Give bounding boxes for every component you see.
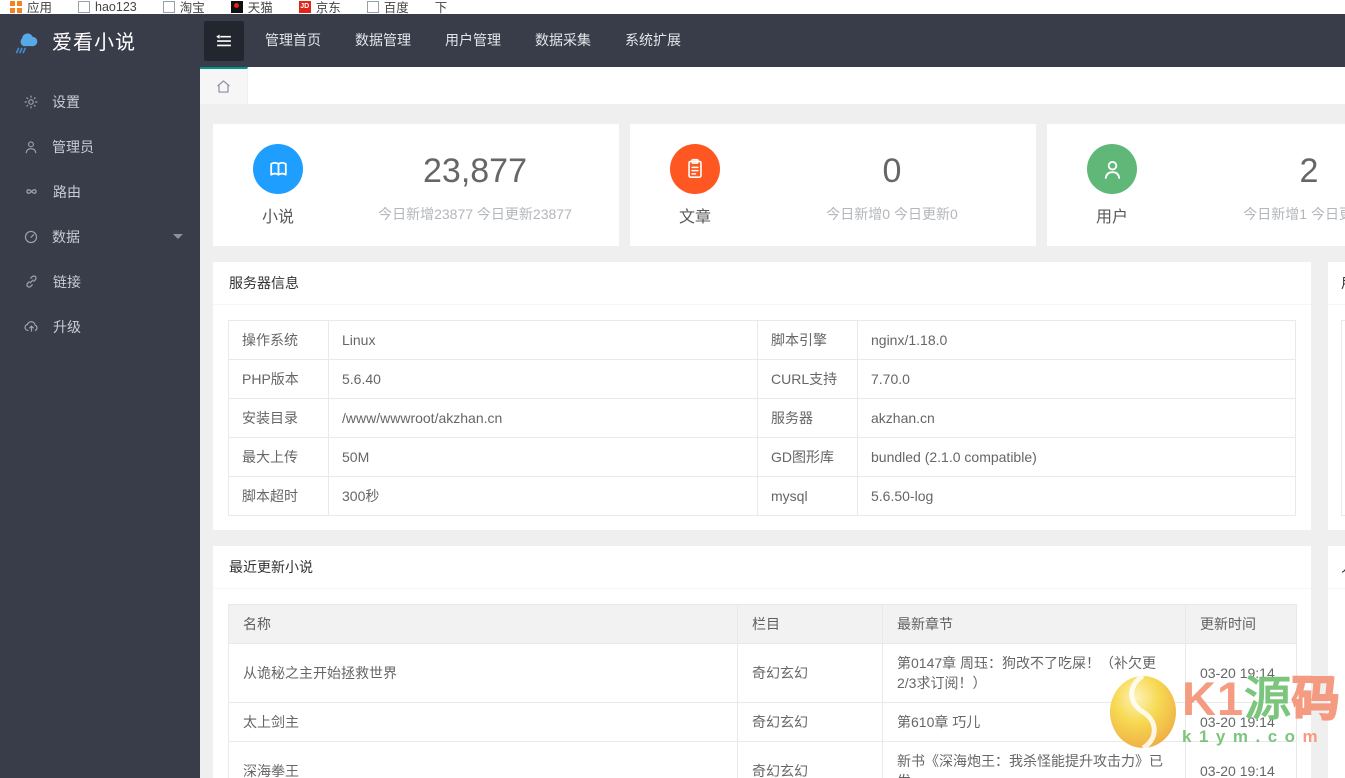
stat-label: 小说 [261,209,294,226]
stat-value: 0 [882,152,902,190]
main-content: 小说 23,877 今日新增23877 今日更新23877 文章 0 今日新增0… [200,104,1345,778]
app-logo: 爱看小说 [0,14,200,67]
route-icon [26,189,37,194]
book-icon [253,144,303,194]
app-title: 爱看小说 [52,32,136,54]
recent-novels-table: 名称 栏目 最新章节 更新时间 从诡秘之主开始拯救世界 奇幻玄幻 第0147章 … [228,604,1297,778]
tab-bar [200,67,1345,104]
stat-value: 2 [1299,152,1319,190]
app-header: 爱看小说 管理首页 数据管理 用户管理 数据采集 系统扩展 [0,14,1345,67]
table-row: 太上剑主 奇幻玄幻 第610章 巧儿 03-20 19:14 [228,702,1297,742]
table-row: 操作系统 Linux 脚本引擎 nginx/1.18.0 [228,320,1296,360]
bookmark-label: 京东 [315,1,341,14]
panel-title: 用 [1328,262,1345,305]
favicon-placeholder-icon [366,0,379,13]
gauge-icon [24,230,38,243]
tab-home[interactable] [200,67,248,104]
collapse-menu-icon [216,34,231,47]
favicon-placeholder-icon [162,0,175,13]
panel-title: 人 [1328,546,1345,589]
nav-data-management[interactable]: 数据管理 [338,14,428,67]
sidebar-item-routes[interactable]: 路由 [0,169,200,214]
sidebar-item-label: 路由 [53,183,81,200]
panel-title: 最近更新小说 [213,546,1311,589]
favicon-placeholder-icon [78,0,91,13]
right-panel-top: 用 [1328,262,1345,530]
server-info-table: 操作系统 Linux 脚本引擎 nginx/1.18.0 PHP版本 5.6.40 C… [228,320,1296,516]
table-row: 深海拳王 奇幻玄幻 新书《深海炮王：我杀怪能提升攻击力》已发 03-20 19:… [228,741,1297,778]
sidebar-item-links[interactable]: 链接 [0,259,200,304]
sidebar-item-label: 管理员 [52,138,94,155]
bookmark-taobao[interactable]: 淘宝 [162,0,205,14]
panel-title: 服务器信息 [213,262,1311,305]
top-navigation: 管理首页 数据管理 用户管理 数据采集 系统扩展 [248,14,698,67]
stat-card-novels: 小说 23,877 今日新增23877 今日更新23877 [213,124,619,246]
table-row: 安装目录/www/wwwroot/akzhan.cn 服务器 akzhan.cn [228,398,1296,438]
stat-subtitle: 今日新增1 今日更新1 [1243,206,1345,222]
bookmark-label: 下 [434,1,448,14]
recent-novels-panel: 最近更新小说 名称 栏目 最新章节 更新时间 从诡秘之主开始拯救世界 奇幻玄幻 … [213,546,1311,778]
nav-user-management[interactable]: 用户管理 [428,14,518,67]
table-row: PHP版本 5.6.40 CURL支持 7.70.0 [228,359,1296,399]
stat-subtitle: 今日新增23877 今日更新23877 [378,206,572,222]
admin-user-icon [25,140,37,153]
bookmark-apps[interactable]: 应用 [10,0,52,14]
apps-grid-icon [10,0,22,13]
sidebar-collapse-button[interactable] [204,21,244,61]
table-row: 脚本超时 300秒 mysql 5.6.50-log [228,476,1296,516]
gear-icon [24,95,38,108]
sidebar-item-data[interactable]: 数据 [0,214,200,259]
sidebar-item-label: 设置 [52,93,80,110]
nav-data-collection[interactable]: 数据采集 [518,14,608,67]
stat-card-users: 用户 2 今日新增1 今日更新1 [1047,124,1345,246]
bookmark-jd[interactable]: JD 京东 [298,0,341,14]
right-panel-bottom: 人 [1328,546,1345,778]
sidebar-item-label: 升级 [53,318,81,335]
stat-value: 23,877 [423,152,527,190]
bookmark-label: hao123 [95,0,137,14]
sidebar-item-settings[interactable]: 设置 [0,79,200,124]
stat-card-articles: 文章 0 今日新增0 今日更新0 [630,124,1036,246]
sidebar-item-administrator[interactable]: 管理员 [0,124,200,169]
nav-admin-home[interactable]: 管理首页 [248,14,338,67]
bookmark-more[interactable]: 下 [435,0,448,14]
stat-label: 用户 [1095,209,1128,226]
clipboard-icon [670,144,720,194]
browser-bookmarks-bar: 应用 hao123 淘宝 天猫 JD 京东 百度 下 [0,0,1345,14]
bookmark-label: 应用 [27,1,53,14]
server-info-panel: 服务器信息 操作系统 Linux 脚本引擎 nginx/1.18.0 PHP版本 5.… [213,262,1311,530]
sidebar: 设置 管理员 路由 数据 链接 升级 [0,67,200,778]
sidebar-item-upgrade[interactable]: 升级 [0,304,200,349]
sidebar-item-label: 链接 [53,273,81,290]
nav-system-extension[interactable]: 系统扩展 [608,14,698,67]
stat-label: 文章 [678,209,711,226]
cloud-rain-icon [15,32,38,53]
bookmark-label: 百度 [383,1,409,14]
table-row: 最大上传 50M GD图形库 bundled (2.1.0 compatible) [228,437,1296,477]
chevron-down-icon [173,234,183,244]
stat-subtitle: 今日新增0 今日更新0 [826,206,958,222]
jd-favicon-icon: JD [298,0,311,13]
cloud-upload-icon [24,321,38,332]
bookmark-hao123[interactable]: hao123 [78,0,137,14]
link-icon [26,275,37,288]
bookmark-label: 淘宝 [179,1,205,14]
bookmark-label: 天猫 [247,1,273,14]
person-icon [1087,144,1137,194]
stats-row: 小说 23,877 今日新增23877 今日更新23877 文章 0 今日新增0… [213,124,1345,246]
right-panel-table [1341,320,1345,516]
table-header-row: 名称 栏目 最新章节 更新时间 [228,604,1297,644]
table-row: 从诡秘之主开始拯救世界 奇幻玄幻 第0147章 周珏：狗改不了吃屎！（补欠更2/… [228,643,1297,703]
admin-dashboard-page: 应用 hao123 淘宝 天猫 JD 京东 百度 下 爱看小说 管理首页 数据管… [0,0,1345,778]
home-icon [217,80,230,93]
tmall-favicon-icon [230,0,243,13]
bookmark-baidu[interactable]: 百度 [366,0,409,14]
bookmark-tmall[interactable]: 天猫 [230,0,273,14]
sidebar-item-label: 数据 [52,228,80,245]
